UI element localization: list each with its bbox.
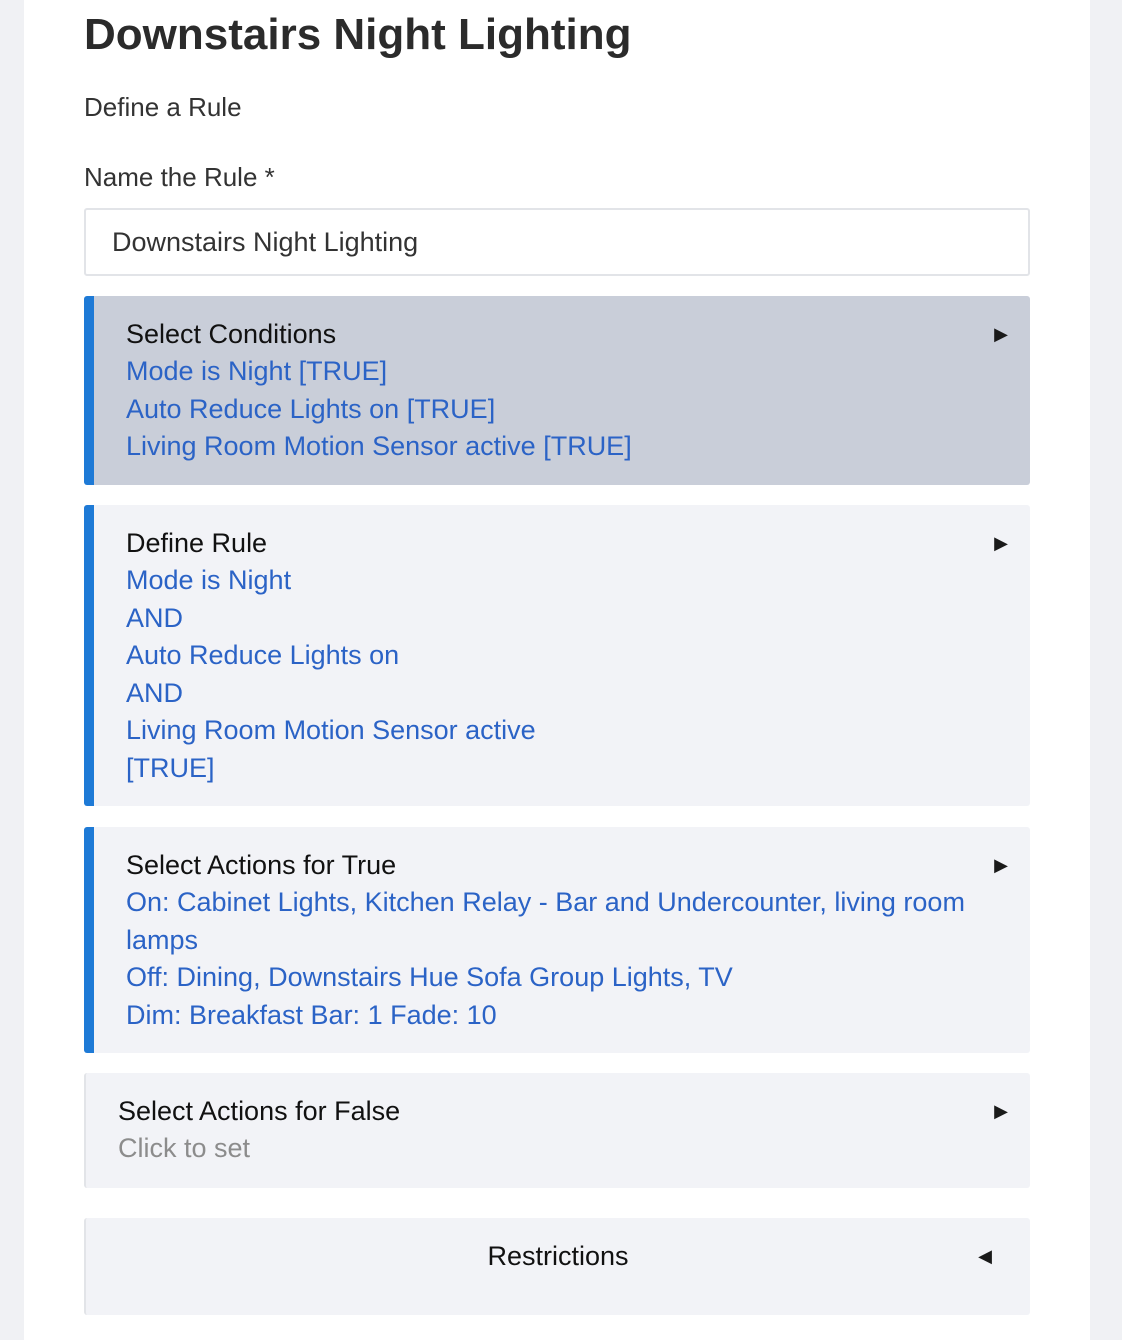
action-item: Off: Dining, Downstairs Hue Sofa Group L… bbox=[126, 962, 733, 992]
define-rule-title: Define Rule bbox=[126, 528, 268, 558]
rule-line: Mode is Night bbox=[126, 565, 292, 595]
actions-false-card[interactable]: Select Actions for False Click to set ▶ bbox=[84, 1073, 1030, 1188]
rule-operator: AND bbox=[126, 602, 184, 633]
actions-true-card[interactable]: Select Actions for True On: Cabinet Ligh… bbox=[84, 827, 1030, 1053]
collapse-arrow-icon[interactable]: ◀ bbox=[978, 1246, 992, 1267]
page: Downstairs Night Lighting Define a Rule … bbox=[24, 0, 1090, 1340]
actions-true-title: Select Actions for True bbox=[126, 850, 397, 880]
expand-arrow-icon[interactable]: ▶ bbox=[994, 324, 1008, 345]
condition-item: Mode is Night [TRUE] bbox=[126, 356, 388, 386]
expand-arrow-icon[interactable]: ▶ bbox=[994, 1101, 1008, 1122]
rule-name-label: Name the Rule * bbox=[84, 162, 275, 192]
restrictions-title: Restrictions bbox=[487, 1241, 629, 1271]
rule-line: Auto Reduce Lights on bbox=[126, 640, 400, 670]
condition-item: Auto Reduce Lights on [TRUE] bbox=[126, 393, 496, 424]
select-conditions-title: Select Conditions bbox=[126, 319, 337, 349]
rule-name-input[interactable] bbox=[84, 208, 1030, 276]
rule-operator: AND bbox=[126, 677, 184, 708]
select-conditions-card[interactable]: Select Conditions Mode is Night [TRUE] A… bbox=[84, 296, 1030, 485]
actions-false-placeholder: Click to set bbox=[118, 1133, 251, 1163]
rule-line: Living Room Motion Sensor active bbox=[126, 715, 536, 745]
actions-false-title: Select Actions for False bbox=[118, 1096, 401, 1126]
expand-arrow-icon[interactable]: ▶ bbox=[994, 533, 1008, 554]
restrictions-card[interactable]: Restrictions ◀ bbox=[84, 1218, 1030, 1315]
expand-arrow-icon[interactable]: ▶ bbox=[994, 855, 1008, 876]
rule-result: [TRUE] bbox=[126, 752, 215, 783]
page-subtitle: Define a Rule bbox=[84, 92, 242, 122]
page-title: Downstairs Night Lighting bbox=[84, 10, 632, 59]
define-rule-card[interactable]: Define Rule Mode is Night AND Auto Reduc… bbox=[84, 505, 1030, 806]
action-item: On: Cabinet Lights, Kitchen Relay - Bar … bbox=[126, 887, 965, 955]
condition-item: Living Room Motion Sensor active [TRUE] bbox=[126, 431, 632, 461]
action-item: Dim: Breakfast Bar: 1 Fade: 10 bbox=[126, 999, 497, 1030]
